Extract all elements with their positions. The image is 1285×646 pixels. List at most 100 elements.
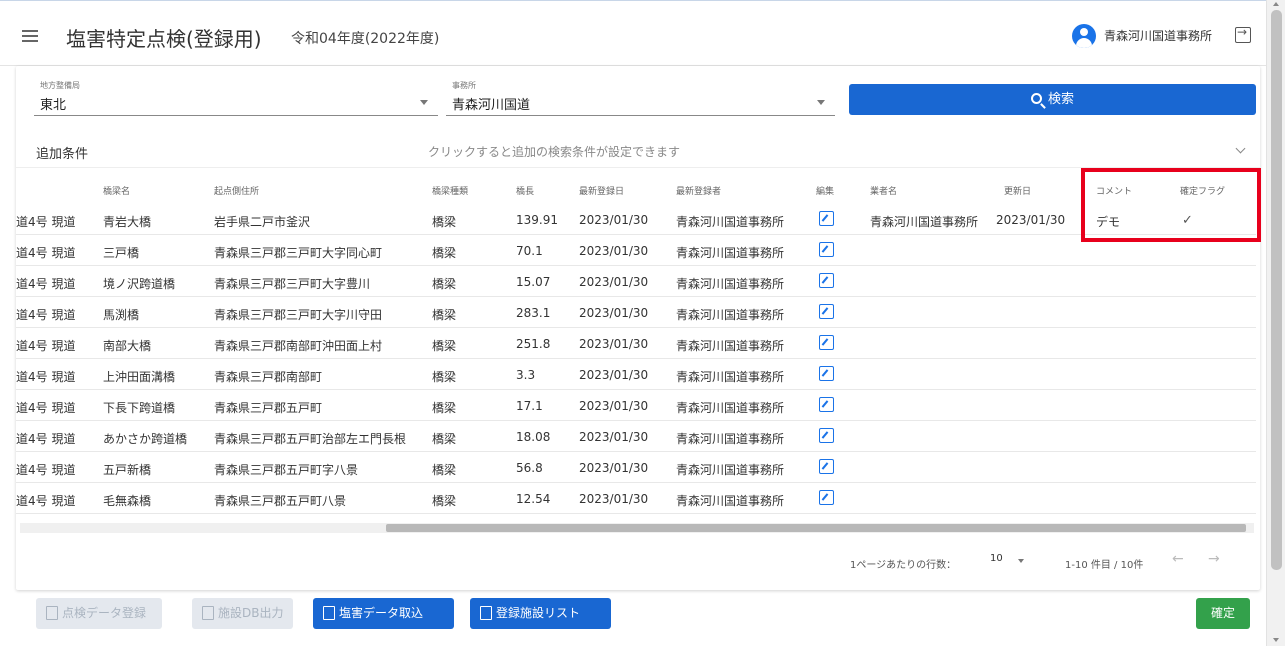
facility-list-button[interactable]: 登録施設リスト	[470, 598, 611, 629]
col-header[interactable]: 編集	[816, 184, 834, 197]
logout-icon[interactable]	[1235, 25, 1251, 43]
office-select[interactable]: 事務所 青森河川国道	[446, 78, 835, 116]
import-salt-data-button[interactable]: 塩害データ取込	[313, 598, 454, 629]
region-value: 東北	[40, 98, 67, 113]
additional-conditions-label: 追加条件	[36, 147, 89, 162]
hamburger-menu-icon[interactable]	[22, 30, 38, 42]
cell-type: 橋梁	[432, 339, 457, 353]
rows-per-page-value: 10	[990, 553, 1003, 564]
cell-type: 橋梁	[432, 246, 457, 260]
col-header[interactable]: 橋長	[516, 184, 534, 197]
col-header[interactable]: 業者名	[870, 184, 897, 197]
edit-icon[interactable]	[819, 211, 834, 226]
table-row[interactable]: 道4号 現道 毛無森橋 青森県三戸郡五戸町八景 橋梁 12.54 2023/01/30 青森…	[16, 483, 1256, 514]
cell-registrant: 青森河川国道事務所	[676, 463, 785, 477]
app-header: 塩害特定点検(登録用) 令和04年度(2022年度) 青森河川国道事務所	[0, 0, 1266, 66]
chevron-down-icon	[1235, 143, 1246, 154]
cell-route: 道4号 現道	[16, 432, 76, 446]
table-row[interactable]: 道4号 現道 境ノ沢跨道橋 青森県三戸郡三戸町大字豊川 橋梁 15.07 2023/01/…	[16, 266, 1256, 297]
cell-reg-date: 2023/01/30	[579, 461, 649, 475]
cell-length: 12.54	[516, 492, 551, 506]
cell-type: 橋梁	[432, 401, 457, 415]
table-row[interactable]: 道4号 現道 あかさか跨道橋 青森県三戸郡五戸町治部左エ門長根 橋梁 18.08 2023…	[16, 421, 1256, 452]
edit-icon[interactable]	[819, 397, 834, 412]
user-avatar-icon[interactable]	[1072, 24, 1096, 48]
scroll-thumb[interactable]	[1271, 10, 1282, 570]
vertical-scrollbar[interactable]	[1266, 0, 1285, 646]
edit-icon[interactable]	[819, 428, 834, 443]
fiscal-year: 令和04年度(2022年度)	[291, 31, 440, 47]
cell-name: 毛無森橋	[103, 494, 152, 508]
cell-route: 道4号 現道	[16, 463, 76, 477]
cell-route: 道4号 現道	[16, 370, 76, 384]
table-header: 橋梁名 起点側住所 橋梁種類 橋長 最新登録日 最新登録者 編集 業者名 更新日…	[16, 176, 1256, 204]
table-row[interactable]: 道4号 現道 青岩大橋 岩手県二戸市釜沢 橋梁 139.91 2023/01/30 青森河川…	[16, 204, 1256, 235]
facility-list-label: 登録施設リスト	[496, 606, 581, 620]
cell-reg-date: 2023/01/30	[579, 492, 649, 506]
col-header[interactable]: 橋梁名	[103, 184, 130, 197]
edit-icon[interactable]	[819, 459, 834, 474]
import-salt-data-label: 塩害データ取込	[339, 606, 424, 620]
cell-type: 橋梁	[432, 215, 457, 229]
edit-icon[interactable]	[819, 366, 834, 381]
cell-type: 橋梁	[432, 432, 457, 446]
cell-reg-date: 2023/01/30	[579, 399, 649, 413]
cell-length: 56.8	[516, 461, 543, 475]
cell-type: 橋梁	[432, 308, 457, 322]
cell-route: 道4号 現道	[16, 401, 76, 415]
cell-name: 三戸橋	[103, 246, 140, 260]
col-header[interactable]: 最新登録者	[676, 184, 721, 197]
cell-reg-date: 2023/01/30	[579, 368, 649, 382]
cell-length: 251.8	[516, 337, 551, 351]
next-page-arrow-icon[interactable]: →	[1208, 551, 1220, 567]
table-row[interactable]: 道4号 現道 三戸橋 青森県三戸郡三戸町大字同心町 橋梁 70.1 2023/01/30 青…	[16, 235, 1256, 266]
cell-registrant: 青森河川国道事務所	[676, 401, 785, 415]
cell-name: 青岩大橋	[103, 215, 152, 229]
cell-length: 70.1	[516, 244, 543, 258]
edit-icon[interactable]	[819, 273, 834, 288]
register-data-button[interactable]: 点検データ登録	[36, 598, 162, 629]
cell-address: 青森県三戸郡五戸町字八景	[214, 463, 359, 477]
edit-icon[interactable]	[819, 335, 834, 350]
scroll-down-arrow-icon[interactable]	[1273, 638, 1279, 642]
db-output-label: 施設DB出力	[218, 606, 284, 620]
scroll-up-arrow-icon[interactable]	[1273, 2, 1279, 6]
search-button[interactable]: 検索	[849, 84, 1256, 115]
col-header[interactable]: 最新登録日	[579, 184, 624, 197]
dropdown-caret-icon	[1018, 559, 1024, 563]
edit-icon[interactable]	[819, 304, 834, 319]
scroll-thumb[interactable]	[386, 524, 1246, 532]
prev-page-arrow-icon[interactable]: ←	[1172, 551, 1184, 567]
table-row[interactable]: 道4号 現道 南部大橋 青森県三戸郡南部町沖田面上村 橋梁 251.8 2023/01/3…	[16, 328, 1256, 359]
search-panel: 地方整備局 東北 事務所 青森河川国道 検索 追加条件 クリックすると追加の検索…	[16, 66, 1260, 590]
db-output-button[interactable]: 施設DB出力	[192, 598, 293, 629]
cell-reg-date: 2023/01/30	[579, 213, 649, 227]
cell-registrant: 青森河川国道事務所	[676, 246, 785, 260]
table-row[interactable]: 道4号 現道 馬渕橋 青森県三戸郡三戸町大字川守田 橋梁 283.1 2023/01/30…	[16, 297, 1256, 328]
table-row[interactable]: 道4号 現道 上沖田面溝橋 青森県三戸郡南部町 橋梁 3.3 2023/01/30 青森河川…	[16, 359, 1256, 390]
edit-icon[interactable]	[819, 242, 834, 257]
col-header[interactable]: 更新日	[1004, 184, 1031, 197]
confirm-button[interactable]: 確定	[1196, 598, 1250, 629]
table-row[interactable]: 道4号 現道 五戸新橋 青森県三戸郡五戸町字八景 橋梁 56.8 2023/01/30 青森…	[16, 452, 1256, 483]
cell-route: 道4号 現道	[16, 246, 76, 260]
region-select[interactable]: 地方整備局 東北	[34, 78, 438, 116]
col-header[interactable]: 起点側住所	[214, 184, 259, 197]
cell-reg-date: 2023/01/30	[579, 430, 649, 444]
horizontal-scrollbar[interactable]	[20, 523, 1254, 533]
additional-conditions-toggle[interactable]: 追加条件 クリックすると追加の検索条件が設定できます	[16, 134, 1260, 168]
cell-length: 3.3	[516, 368, 536, 382]
cell-registrant: 青森河川国道事務所	[676, 215, 785, 229]
cell-registrant: 青森河川国道事務所	[676, 308, 785, 322]
region-label: 地方整備局	[40, 81, 80, 90]
cell-registrant: 青森河川国道事務所	[676, 370, 785, 384]
rows-per-page-select[interactable]: 10	[990, 553, 1026, 569]
highlight-annotation	[1081, 168, 1261, 242]
list-document-icon	[480, 606, 492, 620]
table-row[interactable]: 道4号 現道 下長下跨道橋 青森県三戸郡五戸町 橋梁 17.1 2023/01/30 青森河…	[16, 390, 1256, 421]
edit-icon[interactable]	[819, 490, 834, 505]
cell-name: 馬渕橋	[103, 308, 140, 322]
cell-length: 283.1	[516, 306, 551, 320]
cell-type: 橋梁	[432, 370, 457, 384]
col-header[interactable]: 橋梁種類	[432, 184, 468, 197]
